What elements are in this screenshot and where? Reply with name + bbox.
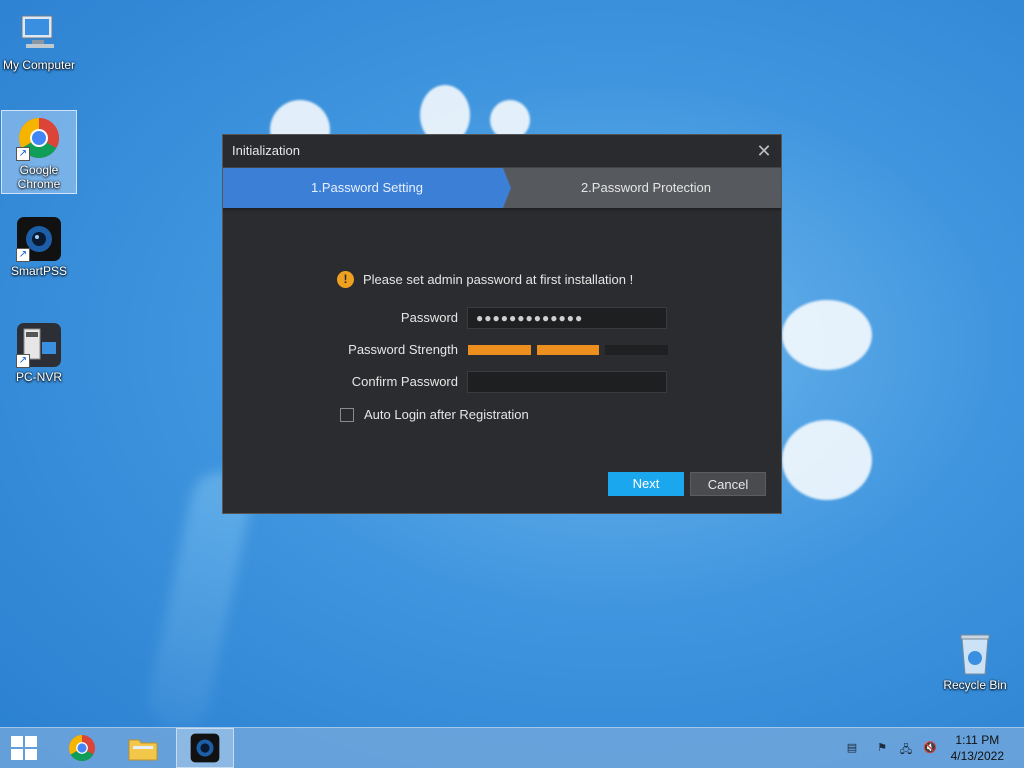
flag-icon[interactable]: ⚑ (874, 741, 890, 755)
strength-segment (536, 345, 600, 355)
password-label: Password (400, 310, 458, 325)
confirm-password-label: Confirm Password (351, 374, 458, 389)
action-center-icon[interactable]: ▤ (844, 741, 860, 755)
password-strength-label: Password Strength (348, 342, 458, 357)
taskbar-smartpss[interactable] (176, 728, 234, 768)
computer-icon (16, 10, 62, 56)
recycle-bin-icon (952, 630, 998, 676)
shortcut-arrow-icon: ↗ (16, 248, 30, 262)
shortcut-arrow-icon: ↗ (16, 354, 30, 368)
password-field[interactable]: ●●●●●●●●●●●●● (467, 307, 667, 329)
password-strength-meter (468, 345, 669, 355)
notice-message: ! Please set admin password at first ins… (337, 271, 633, 288)
auto-login-label: Auto Login after Registration (364, 407, 529, 422)
wallpaper-petal (782, 300, 872, 370)
taskbar-clock[interactable]: 1:11 PM 4/13/2022 (951, 732, 1004, 764)
desktop-icon-pc-nvr[interactable]: ↗ PC-NVR (2, 318, 76, 384)
chrome-icon: ↗ (16, 115, 62, 161)
confirm-password-row: Confirm Password (223, 371, 783, 393)
desktop-icon-google-chrome[interactable]: ↗ Google Chrome (1, 110, 77, 194)
desktop-icon-smartpss[interactable]: ↗ SmartPSS (2, 212, 76, 278)
initialization-dialog: Initialization ✕ 1.Password Setting 2.Pa… (222, 134, 782, 514)
chrome-icon (68, 734, 96, 762)
step-indicator: 1.Password Setting 2.Password Protection (223, 168, 781, 208)
smartpss-icon (190, 733, 220, 763)
folder-icon (128, 739, 158, 761)
desktop-icon-label: Recycle Bin (943, 678, 1007, 692)
network-icon[interactable]: 🖧 (898, 741, 914, 756)
taskbar: ▤ ⚑ 🖧 🔇 1:11 PM 4/13/2022 (0, 727, 1024, 768)
clock-date: 4/13/2022 (950, 749, 1004, 763)
step-password-protection: 2.Password Protection (580, 180, 712, 195)
smartpss-icon: ↗ (16, 216, 62, 262)
pc-nvr-icon: ↗ (16, 322, 62, 368)
desktop-icon-label: SmartPSS (10, 264, 67, 278)
password-row: Password ●●●●●●●●●●●●● (223, 307, 783, 329)
close-icon[interactable]: ✕ (755, 135, 773, 167)
step-password-setting: 1.Password Setting (223, 168, 511, 208)
password-strength-row: Password Strength (223, 339, 783, 361)
desktop-icon-my-computer[interactable]: My Computer (2, 6, 76, 72)
desktop-icon-label: Google Chrome (17, 163, 61, 191)
steps-divider (223, 208, 781, 212)
windows-logo-icon (11, 736, 37, 760)
clock-time: 1:11 PM (955, 733, 1000, 747)
strength-segment (468, 345, 531, 355)
notice-text: Please set admin password at first insta… (363, 272, 634, 287)
wallpaper-petal (782, 420, 872, 500)
confirm-password-field[interactable] (467, 371, 667, 393)
volume-muted-icon[interactable]: 🔇 (922, 741, 938, 755)
warning-icon: ! (337, 271, 354, 288)
desktop-icon-label: My Computer (2, 58, 76, 72)
dialog-title: Initialization (232, 143, 300, 158)
start-button[interactable] (0, 728, 48, 768)
dialog-title-bar: Initialization ✕ (223, 135, 781, 168)
desktop-icon-recycle-bin[interactable]: Recycle Bin (938, 626, 1012, 692)
taskbar-file-explorer[interactable] (114, 728, 172, 768)
taskbar-chrome[interactable] (53, 728, 111, 768)
desktop-icon-label: PC-NVR (15, 370, 62, 384)
auto-login-checkbox[interactable] (340, 407, 354, 422)
cancel-button[interactable]: Cancel (690, 472, 766, 496)
auto-login-option: Auto Login after Registration (340, 407, 529, 422)
shortcut-arrow-icon: ↗ (16, 147, 30, 161)
next-button[interactable]: Next (608, 472, 684, 496)
strength-segment (605, 345, 669, 355)
